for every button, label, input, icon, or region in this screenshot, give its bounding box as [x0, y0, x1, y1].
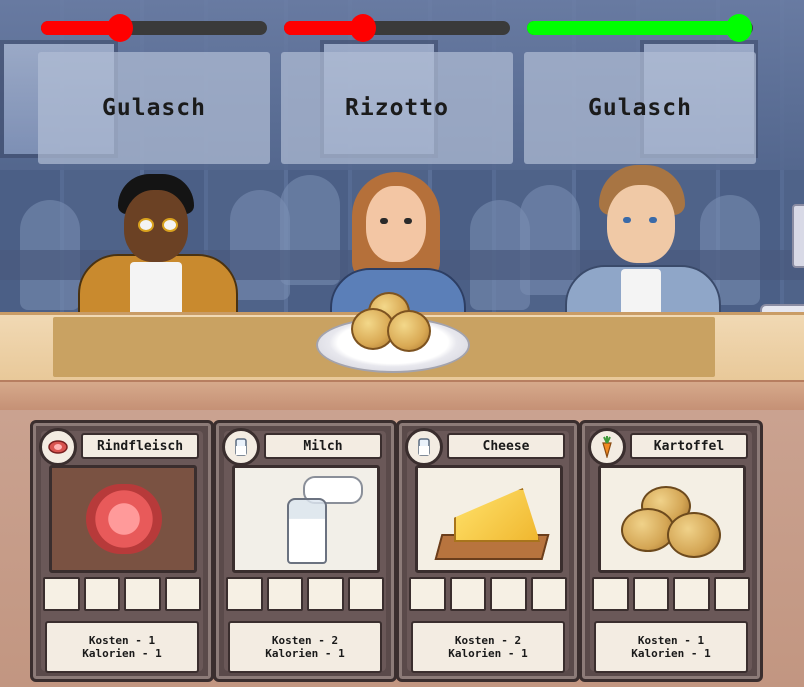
card-slots [43, 577, 201, 611]
carrot-icon [588, 428, 626, 466]
counter-front [0, 380, 804, 412]
satisfaction-bar-3 [527, 14, 753, 42]
order-panel-2: Rizotto [281, 52, 513, 164]
beef-image [86, 484, 162, 554]
card-slots [226, 577, 384, 611]
card-calories: Kalorien - 1 [265, 647, 345, 660]
card-stats: Kosten - 1 Kalorien - 1 [45, 621, 199, 673]
card-calories: Kalorien - 1 [631, 647, 711, 660]
card-slot [713, 577, 750, 611]
milk-bottle-image [287, 498, 327, 564]
card-slot [164, 577, 201, 611]
card-title: Kartoffel [630, 433, 748, 459]
card-slot [124, 577, 161, 611]
card-art [598, 465, 746, 573]
card-slot [347, 577, 384, 611]
card-slot [449, 577, 486, 611]
card-slots [409, 577, 567, 611]
card-stats: Kosten - 1 Kalorien - 1 [594, 621, 748, 673]
card-cost: Kosten - 1 [637, 634, 705, 647]
card-slot [632, 577, 669, 611]
order-panel-1: Gulasch [38, 52, 270, 164]
card-title: Cheese [447, 433, 565, 459]
card-slot [592, 577, 629, 611]
meat-icon [39, 428, 77, 466]
card-calories: Kalorien - 1 [82, 647, 162, 660]
ingredient-card-kartoffel[interactable]: Kartoffel Kosten - 1 Kalorien - 1 [579, 420, 763, 682]
customer-1 [78, 172, 238, 321]
order-panel-3: Gulasch [524, 52, 756, 164]
card-cost: Kosten - 2 [271, 634, 339, 647]
card-title: Rindfleisch [81, 433, 199, 459]
order-dish-name: Gulasch [102, 95, 206, 121]
cheese-image [454, 488, 540, 542]
card-slot [43, 577, 80, 611]
satisfaction-fill [527, 21, 739, 35]
card-slot [266, 577, 303, 611]
card-calories: Kalorien - 1 [448, 647, 528, 660]
satisfaction-knob [350, 14, 376, 42]
card-slot [226, 577, 263, 611]
satisfaction-bar-1 [41, 14, 267, 42]
card-stats: Kosten - 2 Kalorien - 1 [228, 621, 382, 673]
card-cost: Kosten - 2 [454, 634, 522, 647]
card-slot [530, 577, 567, 611]
card-slot [409, 577, 446, 611]
milk-icon [222, 428, 260, 466]
card-slot [490, 577, 527, 611]
satisfaction-knob [107, 14, 133, 42]
plate-potato [387, 310, 431, 352]
order-dish-name: Rizotto [345, 95, 449, 121]
ingredient-card-rindfleisch[interactable]: Rindfleisch Kosten - 1 Kalorien - 1 [30, 420, 214, 682]
ingredient-card-cheese[interactable]: Cheese Kosten - 2 Kalorien - 1 [396, 420, 580, 682]
customer-3 [565, 165, 721, 321]
potato-image [667, 512, 721, 558]
card-stats: Kosten - 2 Kalorien - 1 [411, 621, 565, 673]
card-slots [592, 577, 750, 611]
card-art [415, 465, 563, 573]
satisfaction-bar-2 [284, 14, 510, 42]
card-slot [83, 577, 120, 611]
card-title: Milch [264, 433, 382, 459]
card-art [49, 465, 197, 573]
milk-icon [405, 428, 443, 466]
card-slot [307, 577, 344, 611]
card-art [232, 465, 380, 573]
ingredient-card-milch[interactable]: Milch Kosten - 2 Kalorien - 1 [213, 420, 397, 682]
card-cost: Kosten - 1 [88, 634, 156, 647]
satisfaction-knob [726, 14, 752, 42]
card-slot [673, 577, 710, 611]
order-dish-name: Gulasch [588, 95, 692, 121]
